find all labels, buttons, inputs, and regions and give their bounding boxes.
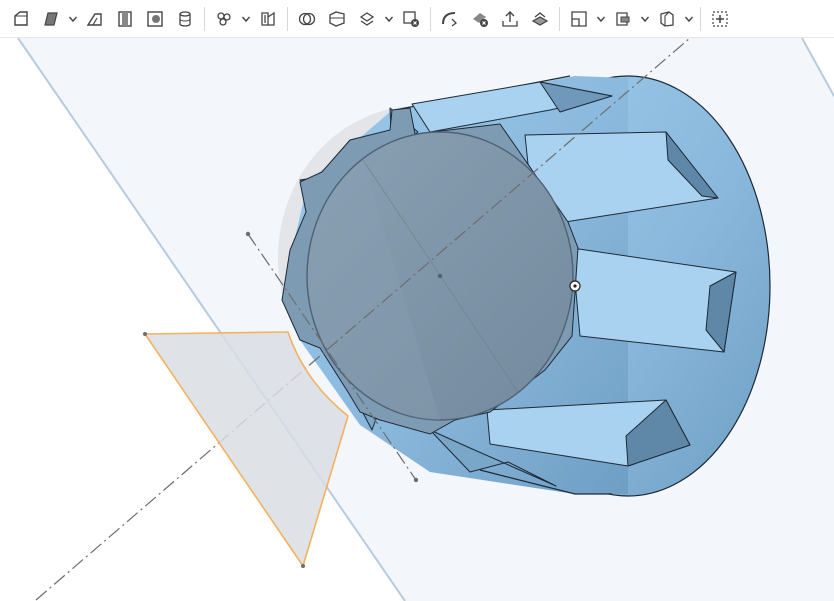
sheet-metal-tool-icon	[660, 10, 674, 27]
thicken-tool-icon	[179, 10, 191, 27]
delete-face-tool-button[interactable]	[465, 4, 495, 34]
boolean-tool-icon	[298, 12, 316, 25]
modify-fillet-tool-icon	[442, 11, 457, 27]
loft-tool-icon	[147, 10, 163, 27]
line-endpoint[interactable]	[245, 231, 251, 237]
chevron-down-icon	[384, 16, 394, 22]
toolbar-separator	[700, 6, 701, 31]
chamfer-tool-icon	[261, 11, 275, 26]
mate-connector-tool-dropdown[interactable]	[638, 4, 652, 34]
graphics-viewport[interactable]	[0, 38, 834, 601]
thicken-tool-button[interactable]	[170, 4, 200, 34]
revolve-tool-icon	[86, 12, 102, 26]
fillet-tool-icon	[217, 11, 231, 26]
circle-center-point[interactable]	[437, 273, 443, 279]
add-feature-tool-icon	[712, 10, 728, 27]
mate-connector-tool-button[interactable]	[608, 4, 638, 34]
delete-face-tool-icon	[473, 12, 488, 27]
revolve-tool-button[interactable]	[80, 4, 110, 34]
chevron-down-icon	[68, 16, 78, 22]
sweep-tool-icon	[118, 10, 132, 27]
split-tool-button[interactable]	[322, 4, 352, 34]
chevron-down-icon	[684, 16, 694, 22]
toolbar-separator	[559, 6, 560, 31]
profile-vertex[interactable]	[143, 332, 147, 336]
edge-midpoint-marker[interactable]	[569, 280, 581, 292]
toolbar-separator	[430, 6, 431, 31]
modify-fillet-tool-button[interactable]	[435, 4, 465, 34]
replace-face-tool-icon	[531, 11, 549, 26]
delete-part-tool-icon	[403, 10, 419, 27]
extrude-tool-icon	[44, 11, 58, 26]
chevron-down-icon	[241, 16, 251, 22]
chamfer-tool-button[interactable]	[253, 4, 283, 34]
line-endpoint[interactable]	[413, 477, 419, 483]
fillet-tool-button[interactable]	[209, 4, 239, 34]
boolean-tool-button[interactable]	[292, 4, 322, 34]
toolbar-separator	[287, 6, 288, 31]
transform-tool-button[interactable]	[352, 4, 382, 34]
plane-tool-dropdown[interactable]	[594, 4, 608, 34]
sketch-tool-button[interactable]	[6, 4, 36, 34]
replace-face-tool-button[interactable]	[525, 4, 555, 34]
move-face-tool-icon	[502, 10, 518, 27]
sketch-tool-icon	[14, 10, 28, 26]
plane-tool-icon	[571, 10, 587, 27]
sheet-metal-tool-dropdown[interactable]	[682, 4, 696, 34]
extrude-tool-button[interactable]	[36, 4, 66, 34]
chevron-down-icon	[640, 16, 650, 22]
sweep-tool-button[interactable]	[110, 4, 140, 34]
sheet-metal-tool-button[interactable]	[652, 4, 682, 34]
plane-tool-button[interactable]	[564, 4, 594, 34]
delete-part-tool-button[interactable]	[396, 4, 426, 34]
add-feature-tool-button[interactable]	[705, 4, 735, 34]
loft-tool-button[interactable]	[140, 4, 170, 34]
feature-toolbar	[0, 0, 834, 38]
mate-connector-tool-icon	[616, 11, 630, 26]
split-tool-icon	[329, 10, 345, 27]
extrude-tool-dropdown[interactable]	[66, 4, 80, 34]
transform-tool-dropdown[interactable]	[382, 4, 396, 34]
chevron-down-icon	[596, 16, 606, 22]
fillet-tool-dropdown[interactable]	[239, 4, 253, 34]
toolbar-separator	[204, 6, 205, 31]
move-face-tool-button[interactable]	[495, 4, 525, 34]
transform-tool-icon	[359, 11, 375, 26]
profile-vertex[interactable]	[301, 564, 305, 568]
model-canvas[interactable]	[0, 38, 834, 601]
